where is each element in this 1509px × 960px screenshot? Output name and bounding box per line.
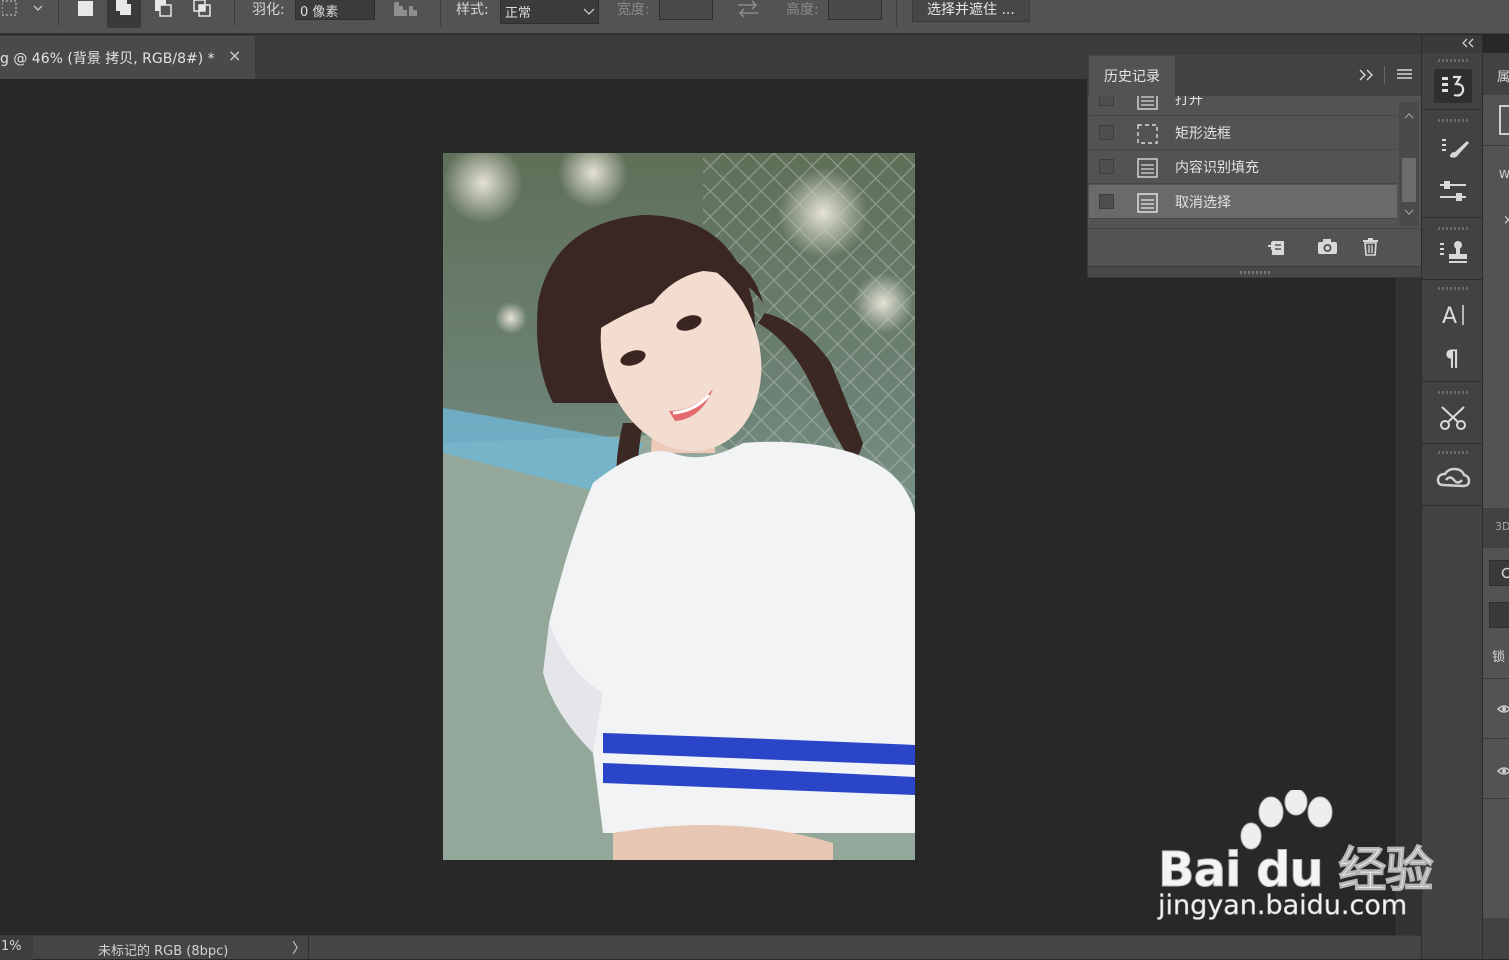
height-input[interactable] xyxy=(828,0,882,20)
style-label: 样式: xyxy=(456,0,489,19)
document-tab[interactable]: g @ 46% (背景 拷贝, RGB/8#) * × xyxy=(0,36,255,79)
3d-tab-fragment: 3D xyxy=(1495,520,1509,533)
layer-filter-partial[interactable] xyxy=(1489,560,1509,586)
close-tab-icon[interactable]: × xyxy=(228,46,241,65)
select-and-mask-button[interactable]: 选择并遮住 ... xyxy=(912,0,1030,22)
history-item[interactable]: 矩形选框 xyxy=(1089,116,1397,150)
stamp-icon xyxy=(1434,235,1472,269)
width-input[interactable] xyxy=(659,0,713,20)
panel-menu-icon[interactable] xyxy=(1396,68,1414,82)
double-chevron-left-icon[interactable] xyxy=(1461,38,1475,48)
properties-panel-partial: 属 W × 3D 锁 xyxy=(1483,53,1509,959)
document-tab-title: g @ 46% (背景 拷贝, RGB/8#) * xyxy=(0,51,215,67)
history-item[interactable]: 内容识别填充 xyxy=(1089,150,1397,184)
style-select[interactable]: 正常 xyxy=(500,0,599,24)
options-bar: 羽化: 0 像素 样式: 正常 宽度: 高度: 选择并遮住 ... xyxy=(0,0,1509,34)
feather-label: 羽化: xyxy=(252,0,285,19)
paragraph-icon: ¶ xyxy=(1434,339,1472,373)
chevron-down-icon xyxy=(583,7,595,17)
history-panel-button[interactable] xyxy=(1434,69,1472,103)
character-panel-button[interactable]: A xyxy=(1434,297,1472,331)
collapse-panel-icon[interactable] xyxy=(1358,68,1378,82)
scroll-up-icon[interactable] xyxy=(1404,112,1414,120)
sliders-icon xyxy=(1434,175,1472,209)
anti-alias-icon[interactable] xyxy=(393,0,421,18)
history-tab[interactable]: 历史记录 xyxy=(1089,56,1175,96)
status-menu-arrow[interactable]: 〉 xyxy=(292,938,306,958)
trash-icon[interactable] xyxy=(1361,237,1381,257)
clone-source-button[interactable] xyxy=(1434,235,1472,269)
document-icon xyxy=(1136,96,1160,111)
document-icon xyxy=(1136,157,1160,179)
history-item[interactable]: 打开 xyxy=(1089,96,1397,116)
subtract-selection-icon[interactable] xyxy=(153,0,177,20)
strip-header xyxy=(1422,35,1482,53)
style-select-value: 正常 xyxy=(505,6,531,21)
history-resize-grip[interactable] xyxy=(1088,266,1421,277)
watermark-url: jingyan.baidu.com xyxy=(1158,890,1407,921)
document-image[interactable] xyxy=(443,153,915,860)
width-label: 宽度: xyxy=(617,0,650,19)
new-selection-icon[interactable] xyxy=(77,0,95,18)
history-item-selected[interactable]: 取消选择 xyxy=(1089,185,1397,219)
status-bar: 1% 未标记的 RGB (8bpc) 〉 xyxy=(0,935,1421,959)
baidu-watermark: Bai du 经验 jingyan.baidu.com xyxy=(1150,790,1440,930)
zoom-level[interactable]: 1% xyxy=(0,936,33,960)
add-selection-button[interactable] xyxy=(107,0,141,28)
history-icon xyxy=(1434,69,1472,103)
scroll-down-icon[interactable] xyxy=(1404,208,1414,216)
history-scrollbar[interactable] xyxy=(1399,102,1419,226)
feather-input[interactable]: 0 像素 xyxy=(295,0,375,20)
swap-arrows-icon[interactable] xyxy=(736,0,760,18)
lock-label-fragment: 锁 xyxy=(1492,646,1505,665)
adjustments-button[interactable] xyxy=(1434,175,1472,209)
svg-text:A: A xyxy=(1442,304,1457,329)
history-panel-header: 历史记录 xyxy=(1088,54,1421,96)
history-panel: 历史记录 打开 矩形选框 内容识别填充 取消选择 xyxy=(1087,53,1422,278)
brush-settings-button[interactable] xyxy=(1434,131,1472,165)
scroll-thumb[interactable] xyxy=(1402,158,1416,202)
blend-mode-partial[interactable] xyxy=(1489,602,1509,628)
history-snapshot-checkbox[interactable] xyxy=(1099,125,1114,140)
close-fragment[interactable]: × xyxy=(1503,213,1509,228)
paragraph-panel-button[interactable]: ¶ xyxy=(1434,339,1472,373)
scissors-icon xyxy=(1434,401,1472,435)
new-document-from-state-icon[interactable] xyxy=(1266,237,1288,257)
tool-presets-button[interactable] xyxy=(1434,401,1472,435)
3d-tab-partial[interactable]: 3D xyxy=(1483,508,1509,548)
document-icon xyxy=(1136,192,1160,214)
libraries-button[interactable] xyxy=(1434,463,1472,497)
history-snapshot-checkbox[interactable] xyxy=(1099,96,1114,106)
history-list: 打开 矩形选框 内容识别填充 取消选择 xyxy=(1088,96,1398,228)
document-info: 未标记的 RGB (8bpc) xyxy=(98,940,228,959)
brush-icon xyxy=(1434,131,1472,165)
portrait-photo xyxy=(443,153,915,860)
history-item-label: 取消选择 xyxy=(1175,192,1231,212)
properties-tab-partial[interactable]: 属 xyxy=(1483,53,1509,95)
rect-marquee-tool-preset-icon[interactable] xyxy=(2,0,46,20)
search-icon xyxy=(1500,566,1509,580)
character-icon: A xyxy=(1434,297,1472,331)
history-item-label: 矩形选框 xyxy=(1175,123,1231,143)
history-snapshot-checkbox[interactable] xyxy=(1099,159,1114,174)
creative-cloud-icon xyxy=(1434,463,1472,497)
eye-icon[interactable] xyxy=(1497,703,1509,715)
history-footer xyxy=(1088,228,1421,266)
history-item-label: 内容识别填充 xyxy=(1175,157,1259,177)
history-snapshot-checkbox[interactable] xyxy=(1099,194,1114,209)
history-item-label: 打开 xyxy=(1175,96,1203,109)
width-field-fragment: W xyxy=(1499,168,1509,181)
properties-tab-fragment: 属 xyxy=(1497,66,1509,85)
marquee-icon xyxy=(1136,123,1160,145)
panel-button-partial[interactable] xyxy=(1499,105,1509,135)
svg-text:¶: ¶ xyxy=(1445,347,1459,372)
camera-icon[interactable] xyxy=(1317,238,1339,256)
add-to-selection-icon xyxy=(107,0,141,28)
eye-icon[interactable] xyxy=(1497,765,1509,777)
height-label: 高度: xyxy=(786,0,819,19)
intersect-selection-icon[interactable] xyxy=(192,0,216,20)
